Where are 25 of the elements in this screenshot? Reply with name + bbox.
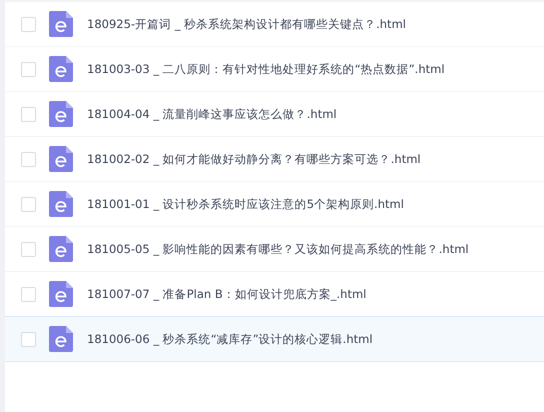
html-file-icon xyxy=(49,146,73,172)
checkbox[interactable] xyxy=(21,332,36,346)
checkbox[interactable] xyxy=(21,106,36,122)
file-name[interactable]: 181002-02 _ 如何才能做好动静分离？有哪些方案可选？.html xyxy=(87,152,421,166)
file-name[interactable]: 180925-开篇词 _ 秒杀系统架构设计都有哪些关键点？.html xyxy=(87,16,406,32)
checkbox[interactable] xyxy=(21,16,36,32)
html-file-icon xyxy=(49,11,73,37)
file-name[interactable]: 181007-07 _ 准备Plan B：如何设计兜底方案_.html xyxy=(87,286,366,302)
html-file-icon xyxy=(49,191,73,217)
checkbox[interactable] xyxy=(21,196,36,212)
checkbox[interactable] xyxy=(21,62,36,76)
file-name[interactable]: 181005-05 _ 影响性能的因素有哪些？又该如何提高系统的性能？.html xyxy=(87,242,469,256)
file-row[interactable]: 181006-06 _ 秒杀系统“减库存”设计的核心逻辑.html xyxy=(5,316,544,362)
html-file-icon xyxy=(49,101,73,127)
html-file-icon xyxy=(49,236,73,262)
html-file-icon xyxy=(49,281,73,307)
checkbox[interactable] xyxy=(21,242,36,256)
checkbox[interactable] xyxy=(21,152,36,166)
checkbox[interactable] xyxy=(21,286,36,302)
html-file-icon xyxy=(49,56,73,82)
file-name[interactable]: 181001-01 _ 设计秒杀系统时应该注意的5个架构原则.html xyxy=(87,196,404,212)
html-file-icon xyxy=(49,326,73,352)
file-name[interactable]: 181003-03 _ 二八原则：有针对性地处理好系统的“热点数据”.html xyxy=(87,62,445,76)
file-name[interactable]: 181006-06 _ 秒杀系统“减库存”设计的核心逻辑.html xyxy=(87,332,373,346)
file-name[interactable]: 181004-04 _ 流量削峰这事应该怎么做？.html xyxy=(87,106,337,122)
